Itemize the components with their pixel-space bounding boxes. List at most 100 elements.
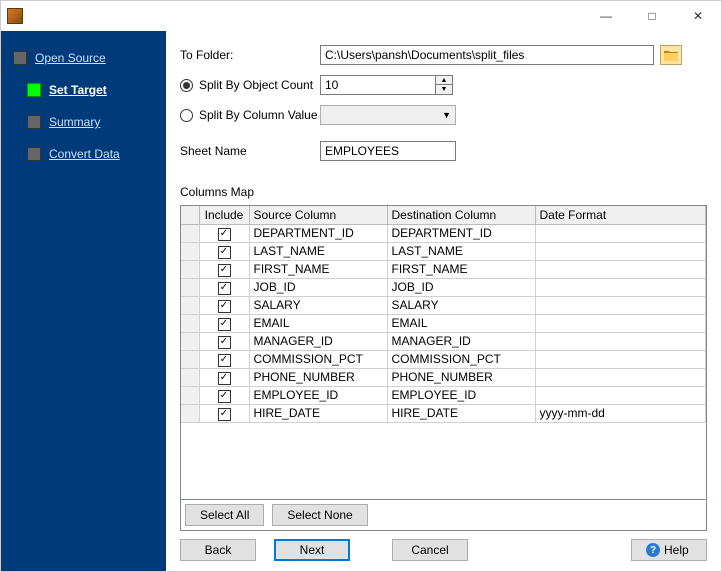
- object-count-spinner[interactable]: ▲▼: [320, 75, 453, 95]
- next-button[interactable]: Next: [274, 539, 350, 561]
- include-checkbox[interactable]: [218, 408, 231, 421]
- row-handle[interactable]: [181, 260, 199, 278]
- table-row[interactable]: MANAGER_IDMANAGER_ID: [181, 332, 706, 350]
- row-handle[interactable]: [181, 278, 199, 296]
- split-by-column-radio-label[interactable]: Split By Column Value: [180, 108, 320, 122]
- table-row[interactable]: SALARYSALARY: [181, 296, 706, 314]
- table-row[interactable]: PHONE_NUMBERPHONE_NUMBER: [181, 368, 706, 386]
- source-column-cell[interactable]: JOB_ID: [249, 278, 387, 296]
- column-header-dest[interactable]: Destination Column: [387, 206, 535, 224]
- row-handle[interactable]: [181, 314, 199, 332]
- include-checkbox[interactable]: [218, 282, 231, 295]
- column-header-include[interactable]: Include: [199, 206, 249, 224]
- source-column-cell[interactable]: DEPARTMENT_ID: [249, 224, 387, 242]
- sidebar-item-open-source[interactable]: Open Source: [9, 45, 158, 71]
- destination-column-cell[interactable]: COMMISSION_PCT: [387, 350, 535, 368]
- destination-column-cell[interactable]: HIRE_DATE: [387, 404, 535, 422]
- table-row[interactable]: EMPLOYEE_IDEMPLOYEE_ID: [181, 386, 706, 404]
- sidebar-item-convert-data[interactable]: Convert Data: [23, 141, 158, 167]
- include-checkbox[interactable]: [218, 318, 231, 331]
- include-checkbox[interactable]: [218, 264, 231, 277]
- include-checkbox[interactable]: [218, 390, 231, 403]
- row-handle[interactable]: [181, 332, 199, 350]
- destination-column-cell[interactable]: FIRST_NAME: [387, 260, 535, 278]
- sidebar-item-summary[interactable]: Summary: [23, 109, 158, 135]
- include-cell[interactable]: [199, 278, 249, 296]
- source-column-cell[interactable]: SALARY: [249, 296, 387, 314]
- close-button[interactable]: ✕: [675, 1, 721, 31]
- date-format-cell[interactable]: [535, 260, 706, 278]
- select-none-button[interactable]: Select None: [272, 504, 367, 526]
- date-format-cell[interactable]: [535, 350, 706, 368]
- include-cell[interactable]: [199, 386, 249, 404]
- include-cell[interactable]: [199, 314, 249, 332]
- destination-column-cell[interactable]: DEPARTMENT_ID: [387, 224, 535, 242]
- table-row[interactable]: EMAILEMAIL: [181, 314, 706, 332]
- help-button[interactable]: ? Help: [631, 539, 707, 561]
- destination-column-cell[interactable]: JOB_ID: [387, 278, 535, 296]
- column-header-source[interactable]: Source Column: [249, 206, 387, 224]
- date-format-cell[interactable]: [535, 242, 706, 260]
- source-column-cell[interactable]: PHONE_NUMBER: [249, 368, 387, 386]
- row-handle[interactable]: [181, 404, 199, 422]
- select-all-button[interactable]: Select All: [185, 504, 264, 526]
- sidebar-item-set-target[interactable]: Set Target: [23, 77, 158, 103]
- table-row[interactable]: FIRST_NAMEFIRST_NAME: [181, 260, 706, 278]
- split-by-count-radio-label[interactable]: Split By Object Count: [180, 78, 320, 92]
- source-column-cell[interactable]: FIRST_NAME: [249, 260, 387, 278]
- source-column-cell[interactable]: COMMISSION_PCT: [249, 350, 387, 368]
- destination-column-cell[interactable]: EMAIL: [387, 314, 535, 332]
- include-checkbox[interactable]: [218, 336, 231, 349]
- include-cell[interactable]: [199, 242, 249, 260]
- destination-column-cell[interactable]: MANAGER_ID: [387, 332, 535, 350]
- date-format-cell[interactable]: [535, 278, 706, 296]
- browse-folder-button[interactable]: [660, 45, 682, 65]
- date-format-cell[interactable]: [535, 296, 706, 314]
- column-header-date[interactable]: Date Format: [535, 206, 706, 224]
- columns-map-table[interactable]: IncludeSource ColumnDestination ColumnDa…: [180, 205, 707, 500]
- include-cell[interactable]: [199, 350, 249, 368]
- date-format-cell[interactable]: [535, 224, 706, 242]
- cancel-button[interactable]: Cancel: [392, 539, 468, 561]
- row-handle[interactable]: [181, 296, 199, 314]
- maximize-button[interactable]: □: [629, 1, 675, 31]
- table-row[interactable]: JOB_IDJOB_ID: [181, 278, 706, 296]
- destination-column-cell[interactable]: SALARY: [387, 296, 535, 314]
- source-column-cell[interactable]: LAST_NAME: [249, 242, 387, 260]
- minimize-button[interactable]: —: [583, 1, 629, 31]
- row-handle[interactable]: [181, 368, 199, 386]
- include-checkbox[interactable]: [218, 246, 231, 259]
- column-value-dropdown[interactable]: ▼: [320, 105, 456, 125]
- spin-up-icon[interactable]: ▲: [436, 76, 452, 85]
- row-handle[interactable]: [181, 350, 199, 368]
- table-row[interactable]: DEPARTMENT_IDDEPARTMENT_ID: [181, 224, 706, 242]
- destination-column-cell[interactable]: PHONE_NUMBER: [387, 368, 535, 386]
- include-cell[interactable]: [199, 404, 249, 422]
- include-checkbox[interactable]: [218, 372, 231, 385]
- source-column-cell[interactable]: MANAGER_ID: [249, 332, 387, 350]
- destination-column-cell[interactable]: EMPLOYEE_ID: [387, 386, 535, 404]
- include-checkbox[interactable]: [218, 228, 231, 241]
- date-format-cell[interactable]: [535, 368, 706, 386]
- sheet-name-input[interactable]: [320, 141, 456, 161]
- include-cell[interactable]: [199, 296, 249, 314]
- table-row[interactable]: LAST_NAMELAST_NAME: [181, 242, 706, 260]
- to-folder-input[interactable]: [320, 45, 654, 65]
- include-checkbox[interactable]: [218, 354, 231, 367]
- spinner-buttons[interactable]: ▲▼: [436, 75, 453, 95]
- spin-down-icon[interactable]: ▼: [436, 85, 452, 94]
- source-column-cell[interactable]: EMPLOYEE_ID: [249, 386, 387, 404]
- include-cell[interactable]: [199, 332, 249, 350]
- object-count-input[interactable]: [320, 75, 436, 95]
- row-handle[interactable]: [181, 242, 199, 260]
- date-format-cell[interactable]: yyyy-mm-dd: [535, 404, 706, 422]
- include-checkbox[interactable]: [218, 300, 231, 313]
- table-row[interactable]: COMMISSION_PCTCOMMISSION_PCT: [181, 350, 706, 368]
- date-format-cell[interactable]: [535, 386, 706, 404]
- row-handle[interactable]: [181, 224, 199, 242]
- source-column-cell[interactable]: HIRE_DATE: [249, 404, 387, 422]
- table-row[interactable]: HIRE_DATEHIRE_DATEyyyy-mm-dd: [181, 404, 706, 422]
- date-format-cell[interactable]: [535, 314, 706, 332]
- source-column-cell[interactable]: EMAIL: [249, 314, 387, 332]
- row-handle[interactable]: [181, 386, 199, 404]
